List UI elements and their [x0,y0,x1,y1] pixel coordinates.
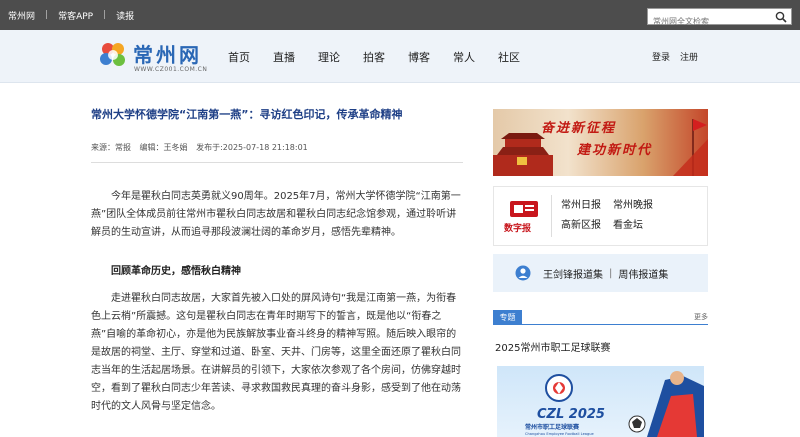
article-meta: 来源：常报 编辑：王冬娟 发布于:2025-07-18 21:18:01 [91,142,314,153]
promo-banner[interactable]: 奋进新征程 建功新时代 [493,109,708,176]
reporter-icon [515,265,531,281]
banner-slogan-2: 建功新时代 [577,143,653,158]
football-league-icon: CZL 2025 常州市职工足球联赛 Changzhou Employee Fo… [525,371,704,437]
article-editor: 编辑：王冬娟 [139,143,188,152]
separator: | [103,10,107,20]
article-paragraph: 今年是瞿秋白同志英勇就义90周年。2025年7月，常州大学怀德学院“江南第一燕”… [91,191,461,238]
site-logo[interactable]: 常州网 WWW.CZ001.COM.CN [97,38,207,78]
report-links: 王剑锋报道集 | 周伟报道集 [543,254,668,292]
register-link[interactable]: 注册 [680,50,698,63]
epaper-link-kjt[interactable]: 看金坛 [613,216,669,231]
top-link-newspaper[interactable]: 读报 [116,9,134,22]
search-input[interactable] [648,14,768,29]
nav-blog[interactable]: 博客 [408,49,430,65]
report-link-zw[interactable]: 周伟报道集 [618,266,668,281]
top-links: 常州网 | 常客APP | 读报 [8,0,134,30]
logo-name: 常州网 [133,43,202,67]
main-nav: 首页 直播 理论 拍客 博客 常人 社区 [228,30,543,83]
epaper-label: 数字报 [504,224,532,234]
article-paragraph: 走进瞿秋白同志故居，大家首先被入口处的屏风诗句“我是江南第一燕，为衔春色上云梢”… [91,293,461,412]
article-published: 发布于:2025-07-18 21:18:01 [196,143,308,152]
poster-subtitle: 常州市职工足球联赛 [525,423,580,431]
nav-people[interactable]: 常人 [453,49,475,65]
article-headline: 常州大学怀德学院“江南第一燕”：寻访红色印记，传承革命精神 [91,108,403,121]
divider [551,195,552,237]
auth-links: 登录 注册 [652,30,708,83]
more-link[interactable]: 更多 [694,312,708,322]
epaper-link-czrb[interactable]: 常州日报 [561,196,613,211]
poster-brand: CZL 2025 [537,407,605,422]
report-collections: 王剑锋报道集 | 周伟报道集 [493,254,708,292]
poster-english: Changzhou Employee Football League [525,432,595,436]
nav-community[interactable]: 社区 [498,49,520,65]
article-source: 来源：常报 [91,143,131,152]
top-utility-bar: 常州网 | 常客APP | 读报 [0,0,800,30]
nav-paike[interactable]: 拍客 [363,49,385,65]
top-link-app[interactable]: 常客APP [58,9,93,22]
site-search [647,8,792,29]
search-icon[interactable] [775,11,787,23]
topic-poster[interactable]: CZL 2025 常州市职工足球联赛 Changzhou Employee Fo… [497,366,704,437]
epaper-link-gxqb[interactable]: 高新区报 [561,216,613,231]
top-link-site[interactable]: 常州网 [8,9,35,22]
nav-live[interactable]: 直播 [273,49,295,65]
logo-icon [100,43,125,66]
login-link[interactable]: 登录 [652,50,670,63]
site-header: 常州网 WWW.CZ001.COM.CN 首页 直播 理论 拍客 博客 常人 社… [0,30,800,83]
report-link-wjf[interactable]: 王剑锋报道集 [543,266,603,281]
article-subheading: 回顾革命历史，感悟秋白精神 [111,266,241,277]
separator: | [45,10,49,20]
nav-home[interactable]: 首页 [228,49,250,65]
divider [91,162,463,163]
topic-tag: 专题 [493,310,522,325]
nav-theory[interactable]: 理论 [318,49,340,65]
topic-header: 专题 更多 [493,310,708,325]
epaper-icon [510,201,538,217]
separator: | [609,267,613,279]
epaper-link-czwb[interactable]: 常州晚报 [613,196,669,211]
epaper-box: 数字报 常州日报 常州晚报 高新区报 看金坛 [493,186,708,246]
topic-title[interactable]: 2025常州市职工足球联赛 [495,339,610,354]
epaper-links: 常州日报 常州晚报 高新区报 看金坛 [561,196,669,231]
logo-url: WWW.CZ001.COM.CN [134,66,208,73]
banner-slogan-1: 奋进新征程 [541,121,617,136]
